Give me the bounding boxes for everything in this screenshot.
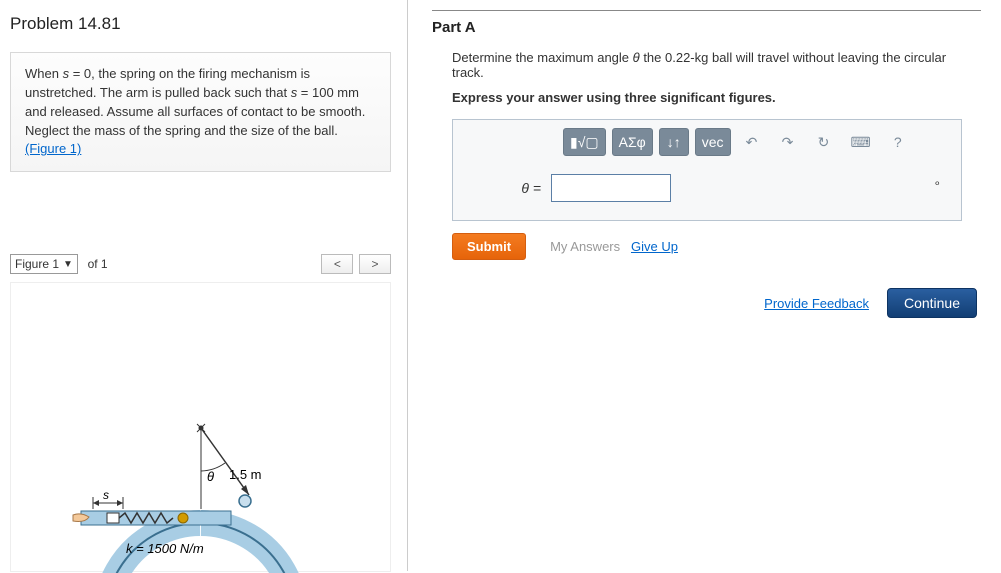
equation-toolbar: ▮√▢ ΑΣφ ↓↑ vec ↶ ↷ ↻ ⌨ ?: [453, 120, 961, 164]
problem-title: Problem 14.81: [10, 10, 391, 34]
spring-constant-label: k = 1500 N/m: [126, 541, 204, 556]
templates-button[interactable]: ▮√▢: [563, 128, 606, 156]
figure-diagram: 1.5 m θ s k = 1500 N/m: [11, 283, 391, 573]
chevron-down-icon: ▼: [63, 259, 73, 270]
figure-select[interactable]: Figure 1 ▼: [10, 254, 78, 274]
figure-select-label: Figure 1: [15, 257, 59, 271]
submit-button[interactable]: Submit: [452, 233, 526, 260]
displacement-label: s: [103, 488, 109, 502]
help-button[interactable]: ?: [883, 128, 913, 156]
answer-block: ▮√▢ ΑΣφ ↓↑ vec ↶ ↷ ↻ ⌨ ? θ = ∘: [452, 119, 962, 221]
question-text: Determine the maximum angle θ the 0.22-k…: [452, 50, 981, 80]
answer-lhs: θ =: [481, 180, 541, 196]
redo-button[interactable]: ↷: [773, 128, 803, 156]
problem-panel: Problem 14.81 When s = 0, the spring on …: [0, 0, 408, 571]
greek-button[interactable]: ΑΣφ: [612, 128, 653, 156]
reset-button[interactable]: ↻: [809, 128, 839, 156]
angle-label: θ: [207, 469, 214, 484]
provide-feedback-link[interactable]: Provide Feedback: [764, 296, 869, 311]
figure-next-button[interactable]: >: [359, 254, 391, 274]
radius-label: 1.5 m: [229, 467, 262, 482]
footer-row: Provide Feedback Continue: [432, 288, 981, 318]
answer-input[interactable]: [551, 174, 671, 202]
keyboard-button[interactable]: ⌨: [845, 128, 877, 156]
my-answers-label: My Answers: [550, 239, 620, 254]
statement-text: When s = 0, the spring on the firing mec…: [25, 66, 365, 138]
continue-button[interactable]: Continue: [887, 288, 977, 318]
submit-row: Submit My Answers Give Up: [452, 233, 981, 260]
vec-button[interactable]: vec: [695, 128, 731, 156]
figure-canvas: 1.5 m θ s k = 1500 N/m: [10, 282, 391, 572]
figure-of-label: of 1: [88, 257, 108, 271]
figure-link[interactable]: (Figure 1): [25, 141, 81, 156]
answer-panel: Part A Determine the maximum angle θ the…: [408, 0, 1001, 571]
give-up-link[interactable]: Give Up: [631, 239, 678, 254]
part-header: Part A: [432, 10, 981, 36]
answer-unit: ∘: [933, 176, 941, 190]
instruction-text: Express your answer using three signific…: [452, 90, 981, 105]
undo-button[interactable]: ↶: [737, 128, 767, 156]
problem-statement: When s = 0, the spring on the firing mec…: [10, 52, 391, 172]
figure-navigator: Figure 1 ▼ of 1 < >: [10, 252, 391, 276]
scripts-button[interactable]: ↓↑: [659, 128, 689, 156]
figure-prev-button[interactable]: <: [321, 254, 353, 274]
